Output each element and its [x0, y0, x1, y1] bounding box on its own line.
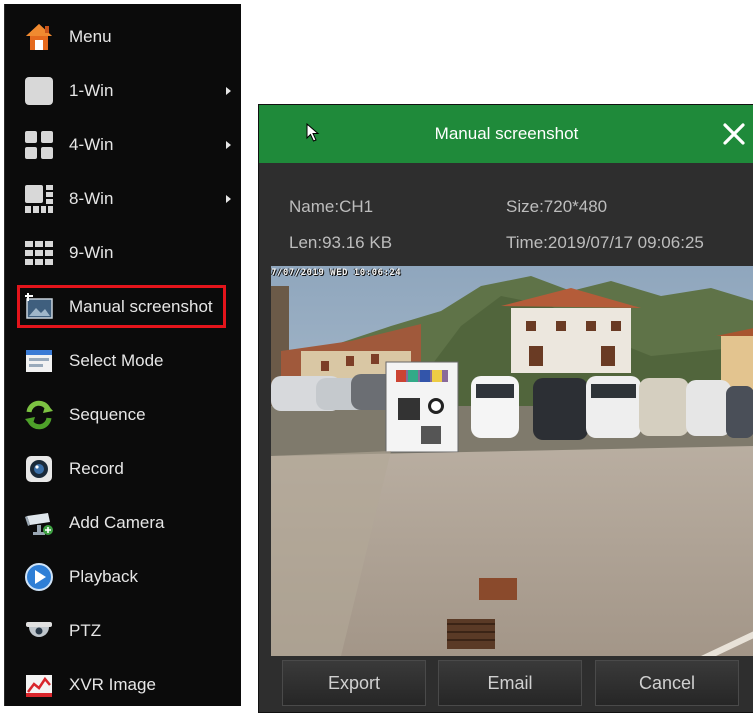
- menu-item-label: Playback: [69, 567, 138, 586]
- snapshot-image: [271, 266, 753, 656]
- submenu-arrow-icon: [226, 141, 231, 149]
- menu-item-add-camera[interactable]: Add Camera: [5, 500, 241, 546]
- capture-time-label: Time:2019/07/17 09:06:25: [506, 233, 704, 252]
- menu-item-8-win[interactable]: 8-Win: [5, 176, 241, 222]
- menu-item-label: 1-Win: [69, 81, 114, 100]
- nine-window-icon: [23, 237, 55, 269]
- submenu-arrow-icon: [226, 195, 231, 203]
- menu-item-label: 9-Win: [69, 243, 114, 262]
- cancel-button[interactable]: Cancel: [595, 660, 739, 706]
- image-chart-icon: [23, 669, 55, 701]
- menu-item-label: 8-Win: [69, 189, 114, 208]
- menu-item-label: Sequence: [69, 405, 146, 424]
- close-button[interactable]: [718, 118, 750, 150]
- menu-item-label: Record: [69, 459, 124, 478]
- menu-item-label: PTZ: [69, 621, 102, 640]
- quad-window-icon: [23, 129, 55, 161]
- menu-item-ptz[interactable]: PTZ: [5, 608, 241, 654]
- eight-window-icon: [23, 183, 55, 215]
- close-icon: [723, 123, 745, 145]
- dialog-header: Manual screenshot: [259, 105, 753, 163]
- menu-item-label: 4-Win: [69, 135, 114, 154]
- email-button[interactable]: Email: [438, 660, 582, 706]
- menu-item-record[interactable]: Record: [5, 446, 241, 492]
- single-window-icon: [23, 75, 55, 107]
- submenu-arrow-icon: [226, 87, 231, 95]
- file-name-label: Name:CH1: [289, 197, 374, 216]
- record-icon: [23, 453, 55, 485]
- context-menu: Menu 1-Win 4-Win 8-Win 9-Win Manual scre…: [4, 4, 241, 706]
- osd-timestamp: 7/07/2019 WED 10:06:24: [271, 268, 402, 278]
- menu-item-4-win[interactable]: 4-Win: [5, 122, 241, 168]
- menu-item-label: Manual screenshot: [69, 297, 213, 316]
- house-icon: [23, 21, 55, 53]
- playback-icon: [23, 561, 55, 593]
- sequence-icon: [23, 399, 55, 431]
- mouse-cursor-icon: [306, 123, 320, 142]
- export-button[interactable]: Export: [282, 660, 426, 706]
- menu-item-select-mode[interactable]: Select Mode: [5, 338, 241, 384]
- menu-item-label: XVR Image: [69, 675, 156, 694]
- menu-item-sequence[interactable]: Sequence: [5, 392, 241, 438]
- screenshot-icon: [23, 291, 55, 323]
- dialog-button-row: Export Email Cancel: [259, 658, 753, 710]
- file-length-label: Len:93.16 KB: [289, 233, 393, 252]
- menu-item-playback[interactable]: Playback: [5, 554, 241, 600]
- select-mode-icon: [23, 345, 55, 377]
- menu-item-9-win[interactable]: 9-Win: [5, 230, 241, 276]
- snapshot-preview: 7/07/2019 WED 10:06:24: [271, 266, 753, 656]
- file-size-label: Size:720*480: [506, 197, 608, 216]
- manual-screenshot-dialog: Manual screenshot Name:CH1 Size:720*480 …: [258, 104, 753, 713]
- dialog-title: Manual screenshot: [434, 124, 579, 143]
- menu-item-xvr-image[interactable]: XVR Image: [5, 662, 241, 708]
- menu-item-menu[interactable]: Menu: [5, 14, 241, 60]
- menu-item-label: Select Mode: [69, 351, 164, 370]
- menu-item-label: Menu: [69, 27, 112, 46]
- menu-item-manual-screenshot[interactable]: Manual screenshot: [5, 284, 241, 330]
- cctv-camera-icon: [23, 507, 55, 539]
- menu-item-1-win[interactable]: 1-Win: [5, 68, 241, 114]
- menu-item-label: Add Camera: [69, 513, 165, 532]
- dome-camera-icon: [23, 615, 55, 647]
